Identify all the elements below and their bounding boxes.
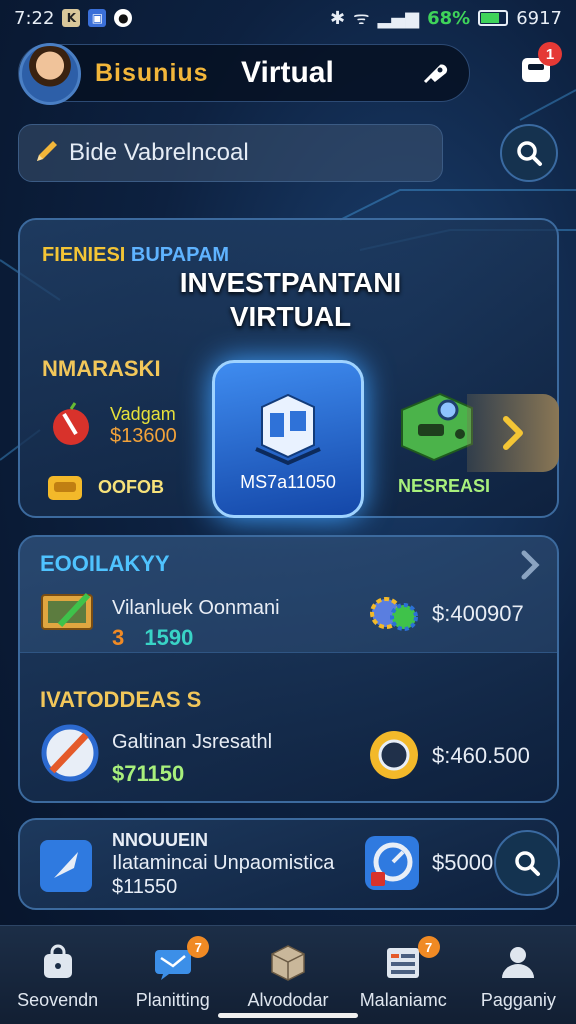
nav-item-pagganiy[interactable]: Pagganiy xyxy=(461,926,576,1024)
notification-badge: 1 xyxy=(538,42,562,66)
nav-item-alvododar[interactable]: Alvododar xyxy=(230,926,345,1024)
pencil-icon xyxy=(33,137,61,170)
hero-right-label: NESREASI xyxy=(398,476,491,496)
bottom-card-title: NNOUUEIN xyxy=(112,830,209,850)
hero-tag-a: FIENIESI xyxy=(42,244,126,266)
hero-item1-name: Vadgam xyxy=(110,404,176,424)
row1-value: 3 1590 xyxy=(112,625,193,651)
nav-label: Planitting xyxy=(135,990,210,1010)
brand-name: Bisunius xyxy=(95,58,209,87)
gallery-icon: K xyxy=(62,9,81,27)
hero-item-vadgam[interactable]: Vadgam $13600 xyxy=(46,400,177,450)
hero-label: NMARASKI xyxy=(42,356,161,381)
apple-icon xyxy=(53,402,89,445)
row2-value: $71150 xyxy=(112,761,185,786)
gear-icon xyxy=(370,597,418,631)
nav-label: Malaniamc xyxy=(359,990,447,1010)
avatar[interactable] xyxy=(19,43,81,105)
list-row-1[interactable]: EOOILAKYY Vilanluek Oonmani 3 1590 $:400… xyxy=(20,537,557,653)
search-icon xyxy=(515,851,540,876)
building-icon xyxy=(255,393,321,466)
hero-title: INVESTPANTANI VIRTUAL xyxy=(20,266,561,334)
hero-tag: FIENIESI BUPAPAM xyxy=(42,244,229,267)
row2-amount: $:460.500 xyxy=(432,743,530,768)
hero-item-oofob[interactable]: OOFOB xyxy=(46,470,164,504)
nav-item-planitting[interactable]: 7 Planitting xyxy=(115,926,230,1024)
nav-label: Alvododar xyxy=(247,990,329,1010)
bluetooth-icon: ✱ xyxy=(330,7,346,29)
chat-bubble-icon: ● xyxy=(114,9,133,27)
notification-button[interactable]: 1 xyxy=(518,42,562,88)
chevron-right-icon[interactable] xyxy=(515,545,545,585)
hero-title-line2: VIRTUAL xyxy=(229,301,352,332)
nav-badge: 7 xyxy=(187,936,210,958)
bottom-card-value: $11550 xyxy=(112,876,178,898)
list-row-2[interactable]: Galtinan Jsresathl $71150 $:460.500 xyxy=(20,687,557,799)
app-header: Bisunius Virtual xyxy=(18,43,470,105)
row1-amount: $:400907 xyxy=(432,601,524,626)
hero-tag-b: BUPAPAM xyxy=(130,244,230,266)
signal-icon: ▂▄▆ xyxy=(377,7,420,29)
hero-item1-value: $13600 xyxy=(110,425,177,447)
page-title: Virtual xyxy=(241,56,334,89)
investment-tile[interactable]: MS7a11050 xyxy=(212,360,364,518)
bottom-card[interactable]: NNOUUEIN Ilatamincai Unpaomistica $11550… xyxy=(18,818,560,910)
rocket-icon xyxy=(40,840,92,892)
nav-item-malaniamc[interactable]: 7 Malaniamc xyxy=(346,926,461,1024)
target-icon xyxy=(370,731,418,779)
hero-title-line1: INVESTPANTANI xyxy=(179,267,402,298)
coin-stack-icon xyxy=(48,476,82,500)
section-title-1: EOOILAKYY xyxy=(40,551,170,576)
clock-icon xyxy=(365,836,419,890)
row2-name: Galtinan Jsresathl xyxy=(112,731,273,753)
battery-percent: 68% xyxy=(427,7,471,29)
chevron-right-icon xyxy=(503,416,523,450)
investment-tile-label: MS7a11050 xyxy=(240,472,336,492)
box-icon xyxy=(268,942,308,982)
status-bar: 7:22 K ▣ ● ✱ ᯤ ▂▄▆ 68% 6917 xyxy=(0,0,576,36)
nav-label: Pagganiy xyxy=(480,990,556,1010)
row1-name: Vilanluek Oonmani xyxy=(112,597,280,619)
nav-badge: 7 xyxy=(417,936,440,958)
row1-value-a: 3 xyxy=(112,625,125,650)
whiteboard-pencil-icon xyxy=(41,592,93,630)
row1-value-b: 1590 xyxy=(144,625,194,650)
battery-icon xyxy=(478,10,509,26)
card-search-button[interactable] xyxy=(494,830,560,896)
pen-tool-icon[interactable] xyxy=(417,56,451,90)
search-button[interactable] xyxy=(500,124,558,182)
search-text: Bide Vabrelncoal xyxy=(69,139,249,166)
search-icon xyxy=(517,141,542,166)
bottom-navigation: Seovendn 7 Planitting Alvododar 7 Malani… xyxy=(0,925,576,1024)
home-indicator[interactable] xyxy=(218,1013,358,1018)
bottom-card-amount: $5000 xyxy=(432,850,494,875)
status-time: 7:22 xyxy=(14,7,55,29)
bottom-card-subtitle: Ilatamincai Unpaomistica xyxy=(112,852,335,874)
hero-item2-name: OOFOB xyxy=(98,477,164,497)
hero-card: FIENIESI BUPAPAM INVESTPANTANI VIRTUAL N… xyxy=(18,218,559,518)
search-input[interactable]: Bide Vabrelncoal xyxy=(18,124,443,182)
wifi-icon: ᯤ xyxy=(353,8,370,29)
next-arrow-button[interactable] xyxy=(467,394,559,472)
nav-item-seovendn[interactable]: Seovendn xyxy=(0,926,115,1024)
profile-icon xyxy=(498,942,538,982)
bag-icon xyxy=(38,942,78,982)
list-panel: EOOILAKYY Vilanluek Oonmani 3 1590 $:400… xyxy=(18,535,559,803)
status-number: 6917 xyxy=(516,7,562,29)
compass-icon xyxy=(41,724,99,782)
shield-icon: ▣ xyxy=(88,9,107,27)
nav-label: Seovendn xyxy=(17,990,99,1010)
